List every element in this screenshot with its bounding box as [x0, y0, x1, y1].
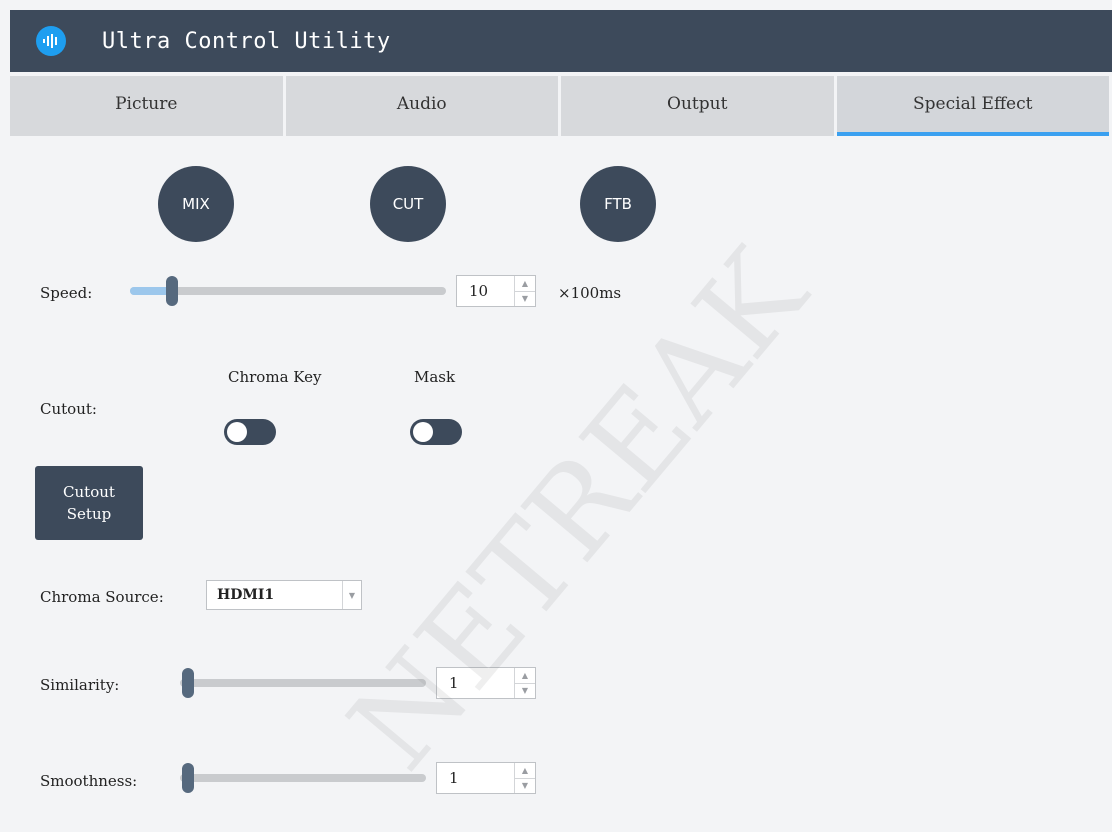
watermark: NETREAK [323, 225, 833, 795]
tab-audio[interactable]: Audio [285, 76, 558, 136]
spin-down-icon[interactable]: ▼ [515, 684, 535, 699]
tab-output[interactable]: Output [561, 76, 834, 136]
speed-spinbox[interactable]: 10 ▲ ▼ [456, 275, 536, 307]
speed-slider-thumb[interactable] [166, 276, 178, 306]
speed-slider[interactable] [130, 276, 446, 306]
cutout-setup-label: Cutout Setup [63, 483, 115, 523]
similarity-label: Similarity: [40, 676, 120, 694]
dropdown-arrow-icon: ▼ [342, 581, 361, 609]
smoothness-slider[interactable] [180, 763, 426, 793]
similarity-slider[interactable] [180, 668, 426, 698]
spin-down-icon[interactable]: ▼ [515, 292, 535, 307]
spin-arrows-icon: ▲ ▼ [514, 276, 535, 306]
similarity-value: 1 [449, 674, 459, 692]
chroma-key-toggle[interactable] [224, 419, 276, 445]
tab-special-effect[interactable]: Special Effect [836, 76, 1109, 136]
similarity-slider-thumb[interactable] [182, 668, 194, 698]
smoothness-slider-thumb[interactable] [182, 763, 194, 793]
chroma-source-label: Chroma Source: [40, 588, 164, 606]
mask-label: Mask [414, 368, 456, 386]
speed-label: Speed: [40, 284, 93, 302]
toggle-knob [227, 422, 247, 442]
chroma-source-select[interactable]: HDMI1 ▼ [206, 580, 362, 610]
smoothness-spinbox[interactable]: 1 ▲ ▼ [436, 762, 536, 794]
app-title: Ultra Control Utility [102, 28, 391, 54]
similarity-spinbox[interactable]: 1 ▲ ▼ [436, 667, 536, 699]
waveform-logo-icon [36, 26, 66, 56]
speed-unit: ×100ms [558, 284, 622, 302]
spin-down-icon[interactable]: ▼ [515, 779, 535, 794]
spin-arrows-icon: ▲ ▼ [514, 763, 535, 793]
chroma-source-value: HDMI1 [217, 587, 275, 603]
tab-picture[interactable]: Picture [10, 76, 283, 136]
speed-value: 10 [469, 282, 489, 300]
special-effect-panel: MIX CUT FTB Speed: 10 ▲ ▼ ×100ms Chroma … [10, 136, 1112, 832]
window-left-edge [0, 72, 10, 832]
mask-toggle[interactable] [410, 419, 462, 445]
chroma-key-label: Chroma Key [228, 368, 322, 386]
cutout-setup-button[interactable]: Cutout Setup [35, 466, 143, 540]
title-bar: Ultra Control Utility [10, 10, 1112, 72]
spin-up-icon[interactable]: ▲ [515, 668, 535, 684]
mix-button[interactable]: MIX [158, 166, 234, 242]
cutout-label: Cutout: [40, 400, 97, 418]
smoothness-value: 1 [449, 769, 459, 787]
ftb-button[interactable]: FTB [580, 166, 656, 242]
spin-up-icon[interactable]: ▲ [515, 763, 535, 779]
cut-button[interactable]: CUT [370, 166, 446, 242]
smoothness-label: Smoothness: [40, 772, 138, 790]
spin-up-icon[interactable]: ▲ [515, 276, 535, 292]
tab-bar: Picture Audio Output Special Effect [10, 76, 1112, 136]
toggle-knob [413, 422, 433, 442]
spin-arrows-icon: ▲ ▼ [514, 668, 535, 698]
